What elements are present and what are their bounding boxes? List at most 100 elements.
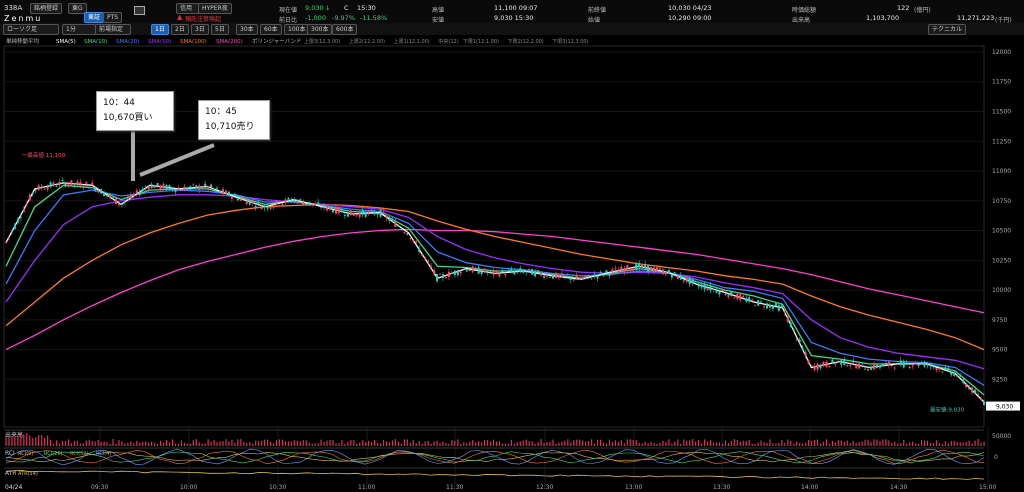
volume-bar [903,439,905,446]
candle-body [507,270,510,272]
volume-bar [543,442,545,446]
volume-bar [329,440,331,446]
tab-pts[interactable]: PTS [103,12,123,23]
volume-bar [136,440,138,446]
candle-body [920,362,923,364]
down-arrow-icon: ↓ [325,4,331,12]
candle-body [287,198,290,200]
volume-bar [478,441,480,446]
volume-bar [537,442,539,446]
candle-body [605,270,608,273]
legend-band-6: 下限3(12,3.00) [552,38,588,45]
candle-body [290,200,293,202]
volume-bar [700,443,703,446]
volume-bar [507,443,509,446]
volume-bar [912,441,914,446]
volume-bar [171,439,174,446]
volume-bar [308,442,310,446]
volume-bar [614,440,616,446]
candle-body [447,271,450,278]
candle-body [138,192,141,195]
volume-bar [709,440,712,446]
candle-body [739,294,742,300]
volume-bar [234,443,236,446]
volume-bar [278,439,281,446]
candle-body [822,362,825,367]
candle-body [929,363,932,367]
candle-body [596,275,599,279]
volume-bar [525,439,527,446]
candle-body [748,297,751,302]
volume-bar [828,443,831,446]
candle-body [207,186,210,189]
volume-bar [240,439,242,446]
volume-bar [433,441,435,446]
volume-bar [909,442,911,446]
candle-body [658,268,661,270]
volume-bar [561,441,563,446]
legend-band-3: 中央(12) [438,38,458,45]
volume-bar [133,443,135,446]
volume-bar [281,439,284,446]
legend-item-2: SMA(20) [116,39,139,45]
rci-label: RCI [5,450,15,457]
candle-body [171,188,174,190]
volume-bar [225,439,227,446]
volume-bar [974,440,976,446]
candle-body [412,240,415,242]
volume-bar [454,440,456,446]
volume-bar [894,441,896,446]
volume-bar [555,443,557,446]
candle-body [974,389,977,394]
candle-body [162,184,165,189]
legend-bollinger: ボリンジャーバンド [252,37,301,45]
legend-item-4: SMA(100) [180,39,207,45]
candle-body [433,270,436,274]
volume-bar [320,439,322,446]
candle-body [132,194,135,196]
volume-bar [317,443,319,446]
printer-icon[interactable] [134,6,145,15]
volume-bar [706,441,709,446]
volume-bar [195,439,197,446]
candle-body [230,196,233,199]
hyper-button[interactable]: HYPER夜 [198,3,232,14]
volume-bar [950,440,952,446]
volume-bar [159,440,162,446]
candle-body [614,268,617,270]
candle-body [771,306,774,309]
legend-band-5: 下限2(12,2.00) [508,38,544,45]
volume-bar [769,439,771,446]
candle-body [305,203,308,205]
volume-bar [897,443,899,446]
volume-bar [775,443,777,446]
candle-body [40,186,43,189]
volume-bar [617,441,619,446]
candle-body [513,271,516,275]
tab-tse[interactable]: 東証 [84,12,105,23]
volume-bar [481,442,483,446]
candle-body [965,384,968,388]
candle-body [471,266,474,272]
atr-line [5,470,985,480]
candle-body [819,364,822,369]
candle-body [896,361,899,363]
volume-bar [959,442,961,446]
candle-body [323,204,326,208]
candle-body [456,270,459,275]
candle-body [117,204,120,206]
volume-bar [668,439,670,446]
candle-body [581,277,584,280]
candle-body [700,284,703,288]
annotation-sell-arrow [139,143,215,177]
volume-bar [778,443,780,446]
candle-body [495,270,498,273]
candle-body [519,268,522,273]
volume-bar [64,440,67,446]
volume-bar [118,439,120,446]
candle-body [653,267,656,272]
high-value: 11,100 09:07 [494,4,538,12]
candle-body [980,398,983,400]
watchlist-button[interactable]: 銘柄登録 [30,3,63,14]
candle-body [551,274,554,279]
